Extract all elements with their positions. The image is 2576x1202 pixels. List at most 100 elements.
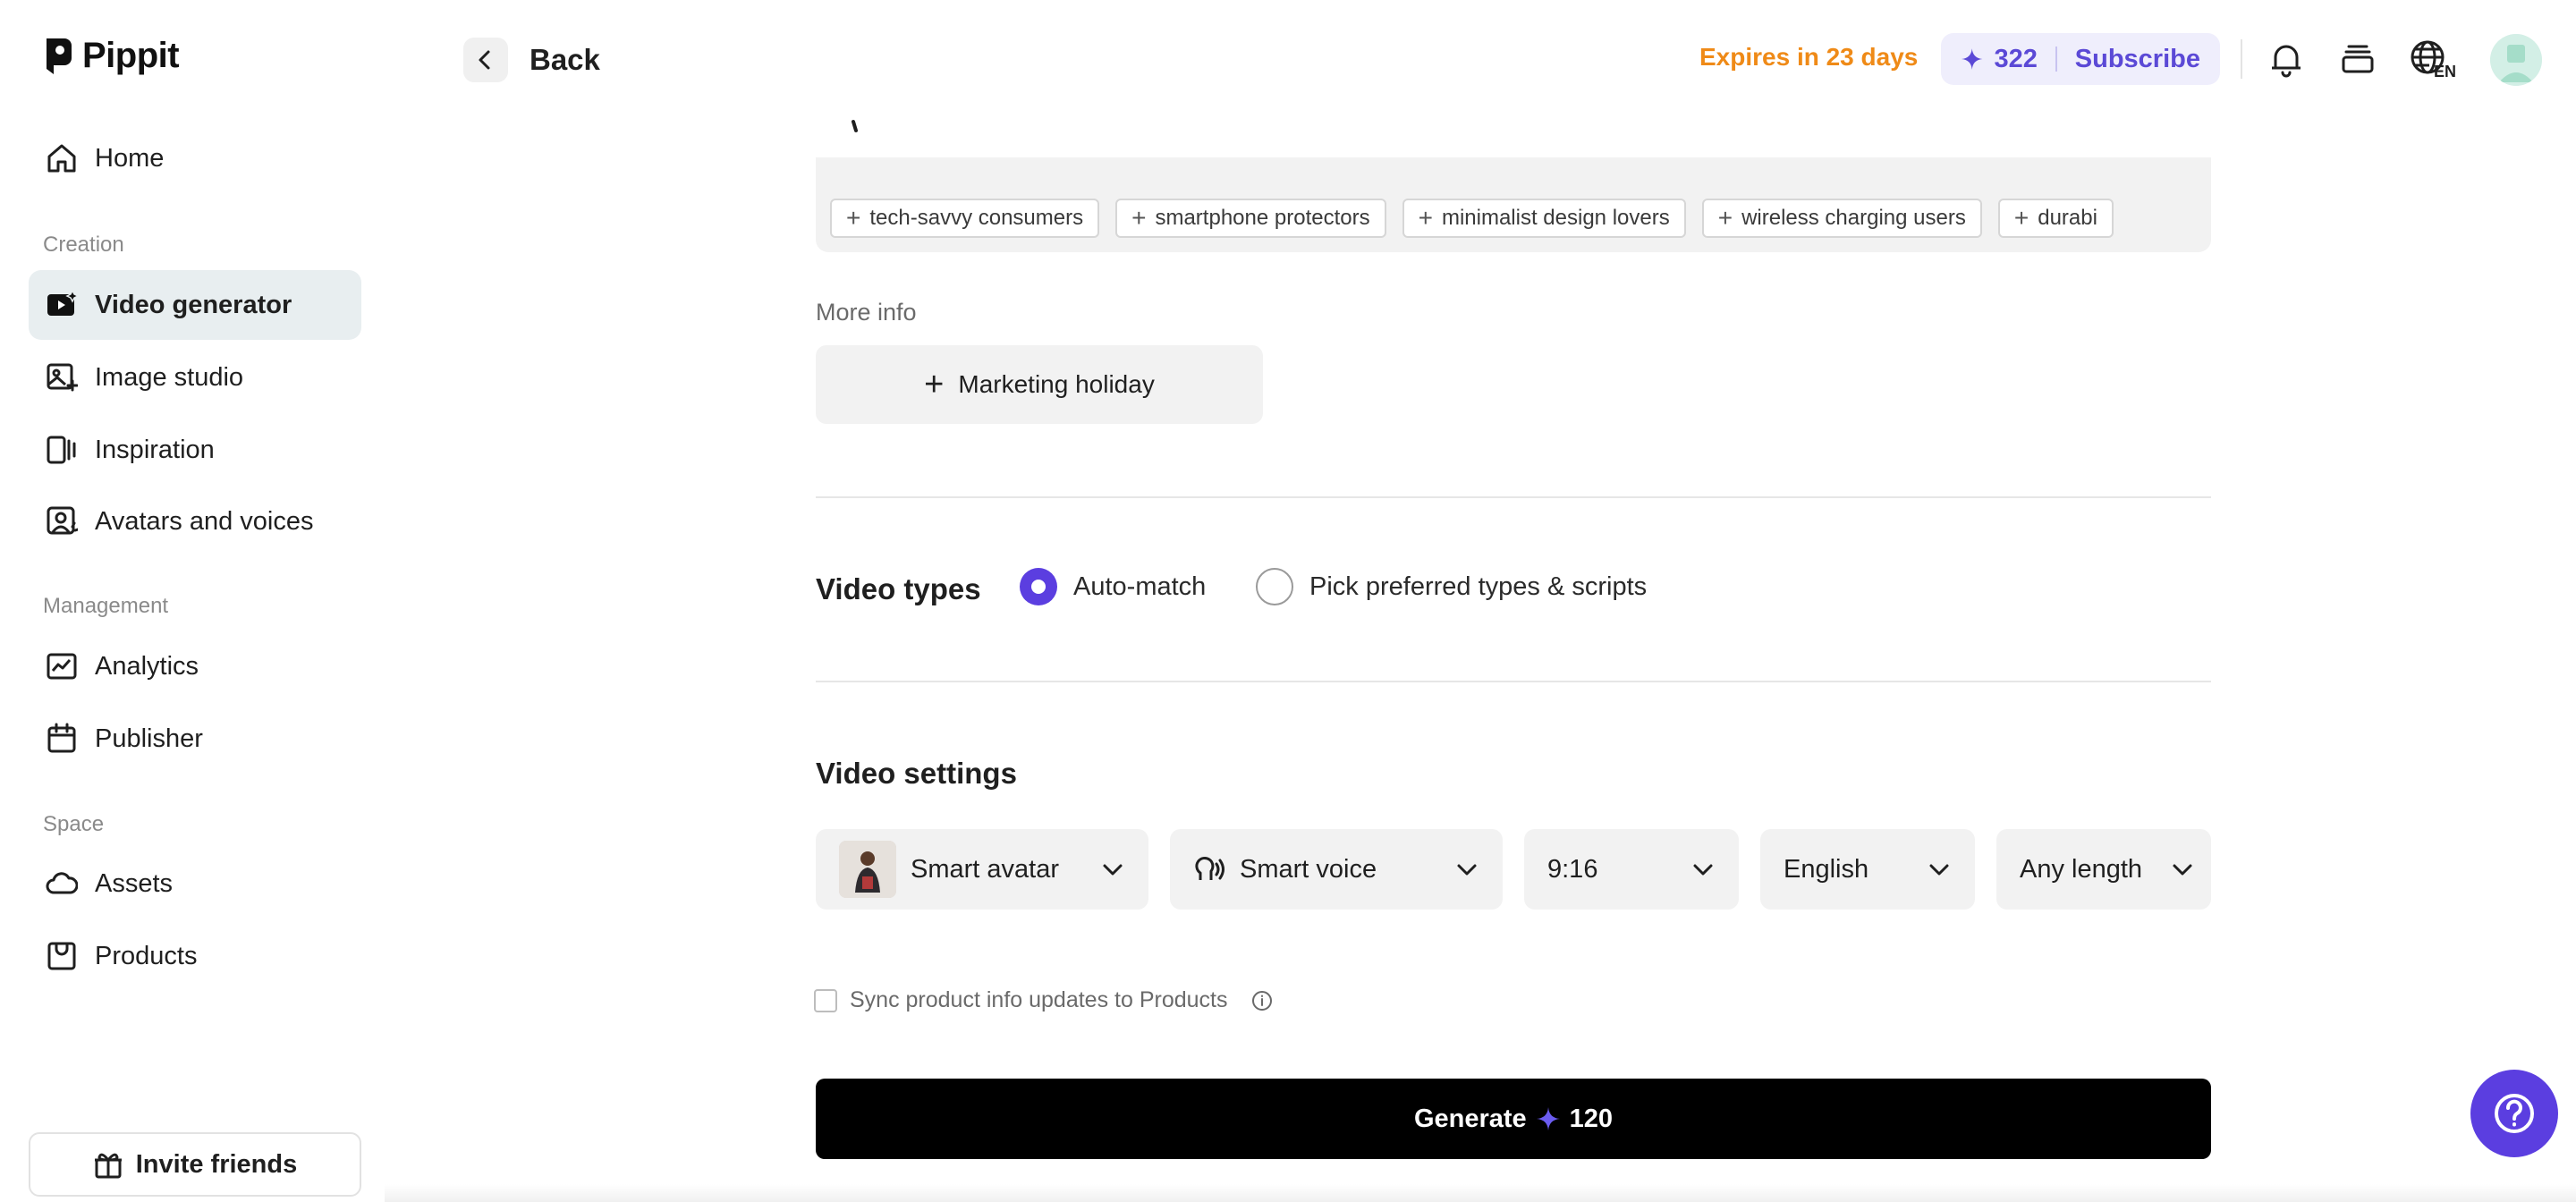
avatar-thumbnail — [839, 841, 896, 898]
audience-tag-label: minimalist design lovers — [1441, 206, 1670, 230]
language-select[interactable]: English — [1760, 829, 1975, 910]
chevron-down-icon — [2173, 864, 2192, 876]
expires-notice: Expires in 23 days — [1699, 43, 1919, 71]
avatar-icon — [45, 504, 79, 538]
sidebar-item-label: Home — [95, 143, 165, 173]
plus-icon: + — [1131, 204, 1147, 232]
audience-tag[interactable]: + minimalist design lovers — [1402, 199, 1686, 238]
audience-tag-label: durabi — [2038, 206, 2097, 230]
video-generator-icon — [45, 288, 79, 322]
audience-tag[interactable]: + smartphone protectors — [1115, 199, 1386, 238]
user-avatar[interactable] — [2490, 34, 2542, 86]
voice-select-value: Smart voice — [1240, 854, 1377, 884]
notifications-button[interactable] — [2265, 38, 2308, 80]
sidebar-item-products[interactable]: Products — [29, 921, 361, 991]
radio-selected-indicator — [1020, 568, 1057, 605]
sidebar-item-label: Avatars and voices — [95, 506, 314, 536]
voice-select[interactable]: Smart voice — [1170, 829, 1503, 910]
language-button[interactable]: EN — [2410, 38, 2460, 80]
layers-icon — [2342, 45, 2374, 73]
subscribe-button[interactable]: Subscribe — [2075, 45, 2200, 74]
home-icon — [45, 141, 79, 175]
globe-icon: EN — [2411, 40, 2456, 79]
plus-icon: + — [846, 204, 861, 232]
sidebar-item-video-generator[interactable]: Video generator — [29, 270, 361, 340]
audience-tag[interactable]: + wireless charging users — [1701, 199, 1982, 238]
credits-separator — [2055, 47, 2057, 72]
section-divider — [816, 496, 2211, 498]
brand-logo[interactable]: Pippit — [43, 36, 180, 76]
radio-auto-match[interactable]: Auto-match — [1020, 568, 1206, 605]
avatar-select[interactable]: Smart avatar — [816, 829, 1148, 910]
back-label: Back — [530, 43, 600, 76]
info-icon[interactable] — [1250, 989, 1274, 1012]
chevron-down-icon — [1929, 864, 1949, 876]
sidebar-item-label: Image studio — [95, 362, 244, 392]
cloud-icon — [45, 867, 79, 901]
user-icon — [2490, 34, 2542, 86]
sidebar-item-publisher[interactable]: Publisher — [29, 704, 361, 774]
audience-tag[interactable]: + durabi — [1997, 199, 2114, 238]
sidebar-item-label: Video generator — [95, 290, 292, 319]
audience-tag-label: wireless charging users — [1741, 206, 1966, 230]
invite-friends-label: Invite friends — [135, 1149, 298, 1179]
radio-label: Pick preferred types & scripts — [1309, 571, 1648, 601]
sidebar-item-label: Inspiration — [95, 435, 215, 464]
sparkle-icon — [1961, 48, 1983, 70]
plus-icon: + — [1717, 204, 1733, 232]
chevron-down-icon — [1103, 864, 1123, 876]
section-divider — [816, 681, 2211, 682]
chevron-down-icon — [1457, 864, 1477, 876]
sidebar-item-inspiration[interactable]: Inspiration — [29, 415, 361, 485]
sidebar-item-analytics[interactable]: Analytics — [29, 631, 361, 701]
plus-icon: + — [924, 366, 945, 403]
sparkle-icon — [1536, 1107, 1560, 1130]
sidebar-item-image-studio[interactable]: Image studio — [29, 343, 361, 412]
sync-label: Sync product info updates to Products — [850, 987, 1228, 1012]
plus-icon: + — [2013, 204, 2029, 232]
generate-cost: 120 — [1569, 1104, 1614, 1133]
radio-unselected-indicator — [1256, 568, 1293, 605]
gift-icon — [94, 1153, 122, 1179]
sidebar-item-assets[interactable]: Assets — [29, 849, 361, 918]
sidebar-item-label: Assets — [95, 868, 174, 898]
section-label-management: Management — [43, 594, 169, 618]
language-badge: EN — [2434, 63, 2456, 79]
video-types-title: Video types — [816, 572, 981, 605]
voice-icon — [1195, 857, 1224, 880]
help-button[interactable] — [2470, 1070, 2558, 1157]
sync-product-info: Sync product info updates to Products — [814, 987, 1274, 1013]
products-icon — [45, 939, 79, 973]
avatar-person-image — [839, 841, 896, 898]
back-button[interactable]: Back — [463, 38, 600, 82]
generate-label: Generate — [1413, 1104, 1527, 1133]
sidebar-item-avatars-and-voices[interactable]: Avatars and voices — [29, 487, 361, 556]
sidebar-item-label: Publisher — [95, 724, 203, 753]
partial-text-fragment — [852, 120, 858, 132]
image-studio-icon — [45, 360, 79, 394]
section-label-creation: Creation — [43, 233, 124, 257]
sidebar-item-home[interactable]: Home — [29, 123, 361, 193]
brand-name: Pippit — [82, 36, 180, 75]
aspect-ratio-value: 9:16 — [1547, 854, 1598, 884]
calendar-icon — [45, 722, 79, 756]
stack-button[interactable] — [2336, 38, 2379, 80]
partial-heading-glyph — [816, 86, 869, 134]
radio-pick-preferred[interactable]: Pick preferred types & scripts — [1256, 568, 1647, 605]
analytics-icon — [45, 649, 79, 683]
length-select[interactable]: Any length — [1996, 829, 2211, 910]
marketing-holiday-button[interactable]: + Marketing holiday — [816, 345, 1263, 424]
chevron-left-icon — [463, 38, 508, 82]
invite-friends-button[interactable]: Invite friends — [29, 1132, 361, 1197]
plus-icon: + — [1418, 204, 1433, 232]
credits-subscribe-pill[interactable]: 322 Subscribe — [1941, 33, 2220, 85]
generate-button[interactable]: Generate 120 — [816, 1079, 2211, 1159]
radio-label: Auto-match — [1073, 571, 1207, 601]
language-select-value: English — [1784, 854, 1869, 884]
topbar-divider — [2241, 39, 2242, 79]
aspect-ratio-select[interactable]: 9:16 — [1524, 829, 1739, 910]
sync-checkbox[interactable] — [814, 988, 837, 1012]
audience-tags-strip: + tech-savvy consumers + smartphone protec… — [816, 157, 2211, 252]
bell-icon — [2272, 45, 2301, 78]
audience-tag[interactable]: + tech-savvy consumers — [830, 199, 1100, 238]
